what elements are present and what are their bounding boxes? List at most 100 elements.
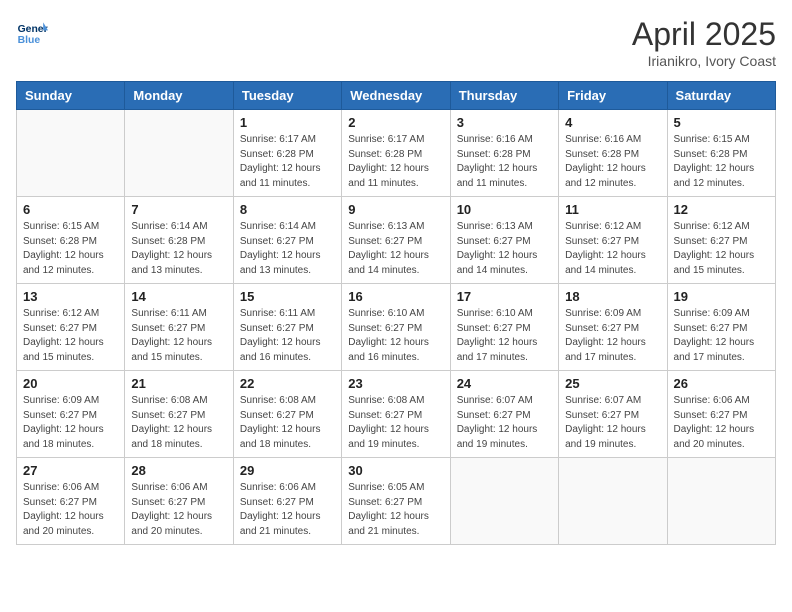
day-info: Sunrise: 6:07 AM Sunset: 6:27 PM Dayligh… — [565, 394, 660, 452]
day-number: 13 — [23, 289, 118, 304]
day-info: Sunrise: 6:05 AM Sunset: 6:27 PM Dayligh… — [348, 481, 443, 539]
day-number: 28 — [131, 463, 226, 478]
day-info: Sunrise: 6:06 AM Sunset: 6:27 PM Dayligh… — [674, 394, 769, 452]
title-block: April 2025 Irianikro, Ivory Coast — [632, 16, 776, 69]
day-cell: 14 Sunrise: 6:11 AM Sunset: 6:27 PM Dayli… — [125, 284, 233, 371]
day-cell: 23Sunrise: 6:08 AM Sunset: 6:27 PM Dayli… — [342, 371, 450, 458]
day-number: 29 — [240, 463, 335, 478]
day-number: 30 — [348, 463, 443, 478]
weekday-header-thursday: Thursday — [450, 82, 558, 110]
day-cell: 11Sunrise: 6:12 AM Sunset: 6:27 PM Dayli… — [559, 197, 667, 284]
day-info: Sunrise: 6:08 AM Sunset: 6:27 PM Dayligh… — [240, 394, 335, 452]
day-cell: 3 Sunrise: 6:16 AM Sunset: 6:28 PM Daylig… — [450, 110, 558, 197]
weekday-header-saturday: Saturday — [667, 82, 775, 110]
day-number: 1 — [240, 115, 335, 130]
day-cell: 7Sunrise: 6:14 AM Sunset: 6:28 PM Daylig… — [125, 197, 233, 284]
day-number: 26 — [674, 376, 769, 391]
day-cell: 27 Sunrise: 6:06 AM Sunset: 6:27 PM Dayli… — [17, 458, 125, 545]
week-row-4: 20 Sunrise: 6:09 AM Sunset: 6:27 PM Dayli… — [17, 371, 776, 458]
day-info: Sunrise: 6:15 AM Sunset: 6:28 PM Dayligh… — [674, 133, 769, 191]
day-cell: 18 Sunrise: 6:09 AM Sunset: 6:27 PM Dayli… — [559, 284, 667, 371]
day-info: Sunrise: 6:12 AM Sunset: 6:27 PM Dayligh… — [674, 220, 769, 278]
day-cell: 4Sunrise: 6:16 AM Sunset: 6:28 PM Daylig… — [559, 110, 667, 197]
day-info: Sunrise: 6:09 AM Sunset: 6:27 PM Dayligh… — [23, 394, 118, 452]
day-info: Sunrise: 6:06 AM Sunset: 6:27 PM Dayligh… — [23, 481, 118, 539]
day-number: 7 — [131, 202, 226, 217]
day-cell — [125, 110, 233, 197]
day-info: Sunrise: 6:12 AM Sunset: 6:27 PM Dayligh… — [23, 307, 118, 365]
day-number: 4 — [565, 115, 660, 130]
week-row-1: 1 Sunrise: 6:17 AM Sunset: 6:28 PM Daylig… — [17, 110, 776, 197]
day-number: 25 — [565, 376, 660, 391]
day-info: Sunrise: 6:06 AM Sunset: 6:27 PM Dayligh… — [131, 481, 226, 539]
day-info: Sunrise: 6:09 AM Sunset: 6:27 PM Dayligh… — [674, 307, 769, 365]
weekday-header-monday: Monday — [125, 82, 233, 110]
weekday-header-tuesday: Tuesday — [233, 82, 341, 110]
day-info: Sunrise: 6:11 AM Sunset: 6:27 PM Dayligh… — [240, 307, 335, 365]
day-number: 9 — [348, 202, 443, 217]
logo: General Blue — [16, 16, 48, 48]
day-number: 19 — [674, 289, 769, 304]
day-cell: 21 Sunrise: 6:08 AM Sunset: 6:27 PM Dayli… — [125, 371, 233, 458]
day-cell: 8 Sunrise: 6:14 AM Sunset: 6:27 PM Daylig… — [233, 197, 341, 284]
day-info: Sunrise: 6:11 AM Sunset: 6:27 PM Dayligh… — [131, 307, 226, 365]
day-number: 11 — [565, 202, 660, 217]
day-info: Sunrise: 6:09 AM Sunset: 6:27 PM Dayligh… — [565, 307, 660, 365]
day-cell: 13 Sunrise: 6:12 AM Sunset: 6:27 PM Dayli… — [17, 284, 125, 371]
day-info: Sunrise: 6:06 AM Sunset: 6:27 PM Dayligh… — [240, 481, 335, 539]
day-info: Sunrise: 6:13 AM Sunset: 6:27 PM Dayligh… — [457, 220, 552, 278]
day-cell: 10Sunrise: 6:13 AM Sunset: 6:27 PM Dayli… — [450, 197, 558, 284]
day-cell: 12Sunrise: 6:12 AM Sunset: 6:27 PM Dayli… — [667, 197, 775, 284]
day-cell: 6 Sunrise: 6:15 AM Sunset: 6:28 PM Daylig… — [17, 197, 125, 284]
day-info: Sunrise: 6:15 AM Sunset: 6:28 PM Dayligh… — [23, 220, 118, 278]
day-number: 24 — [457, 376, 552, 391]
day-number: 5 — [674, 115, 769, 130]
day-cell: 9 Sunrise: 6:13 AM Sunset: 6:27 PM Daylig… — [342, 197, 450, 284]
day-cell: 28 Sunrise: 6:06 AM Sunset: 6:27 PM Dayli… — [125, 458, 233, 545]
day-number: 15 — [240, 289, 335, 304]
day-cell: 16 Sunrise: 6:10 AM Sunset: 6:27 PM Dayli… — [342, 284, 450, 371]
week-row-5: 27 Sunrise: 6:06 AM Sunset: 6:27 PM Dayli… — [17, 458, 776, 545]
day-info: Sunrise: 6:08 AM Sunset: 6:27 PM Dayligh… — [131, 394, 226, 452]
page-header: General Blue April 2025 Irianikro, Ivory… — [16, 16, 776, 69]
day-cell: 29 Sunrise: 6:06 AM Sunset: 6:27 PM Dayli… — [233, 458, 341, 545]
day-number: 22 — [240, 376, 335, 391]
day-info: Sunrise: 6:16 AM Sunset: 6:28 PM Dayligh… — [457, 133, 552, 191]
day-cell: 5 Sunrise: 6:15 AM Sunset: 6:28 PM Daylig… — [667, 110, 775, 197]
calendar-table: SundayMondayTuesdayWednesdayThursdayFrid… — [16, 81, 776, 545]
location-subtitle: Irianikro, Ivory Coast — [632, 53, 776, 69]
day-number: 3 — [457, 115, 552, 130]
day-info: Sunrise: 6:08 AM Sunset: 6:27 PM Dayligh… — [348, 394, 443, 452]
day-info: Sunrise: 6:10 AM Sunset: 6:27 PM Dayligh… — [348, 307, 443, 365]
day-info: Sunrise: 6:10 AM Sunset: 6:27 PM Dayligh… — [457, 307, 552, 365]
day-number: 2 — [348, 115, 443, 130]
day-info: Sunrise: 6:14 AM Sunset: 6:27 PM Dayligh… — [240, 220, 335, 278]
day-number: 8 — [240, 202, 335, 217]
day-cell: 30 Sunrise: 6:05 AM Sunset: 6:27 PM Dayli… — [342, 458, 450, 545]
day-number: 14 — [131, 289, 226, 304]
week-row-3: 13 Sunrise: 6:12 AM Sunset: 6:27 PM Dayli… — [17, 284, 776, 371]
day-number: 6 — [23, 202, 118, 217]
day-cell — [667, 458, 775, 545]
day-cell: 15 Sunrise: 6:11 AM Sunset: 6:27 PM Dayli… — [233, 284, 341, 371]
week-row-2: 6 Sunrise: 6:15 AM Sunset: 6:28 PM Daylig… — [17, 197, 776, 284]
day-info: Sunrise: 6:07 AM Sunset: 6:27 PM Dayligh… — [457, 394, 552, 452]
svg-text:Blue: Blue — [18, 35, 41, 46]
day-info: Sunrise: 6:13 AM Sunset: 6:27 PM Dayligh… — [348, 220, 443, 278]
day-cell — [450, 458, 558, 545]
day-number: 16 — [348, 289, 443, 304]
weekday-header-friday: Friday — [559, 82, 667, 110]
day-cell — [17, 110, 125, 197]
day-number: 21 — [131, 376, 226, 391]
day-number: 27 — [23, 463, 118, 478]
day-number: 17 — [457, 289, 552, 304]
day-number: 18 — [565, 289, 660, 304]
day-cell — [559, 458, 667, 545]
day-cell: 17 Sunrise: 6:10 AM Sunset: 6:27 PM Dayli… — [450, 284, 558, 371]
month-title: April 2025 — [632, 16, 776, 53]
day-cell: 24 Sunrise: 6:07 AM Sunset: 6:27 PM Dayli… — [450, 371, 558, 458]
day-info: Sunrise: 6:17 AM Sunset: 6:28 PM Dayligh… — [348, 133, 443, 191]
day-cell: 20 Sunrise: 6:09 AM Sunset: 6:27 PM Dayli… — [17, 371, 125, 458]
logo-icon: General Blue — [16, 16, 48, 48]
day-number: 20 — [23, 376, 118, 391]
